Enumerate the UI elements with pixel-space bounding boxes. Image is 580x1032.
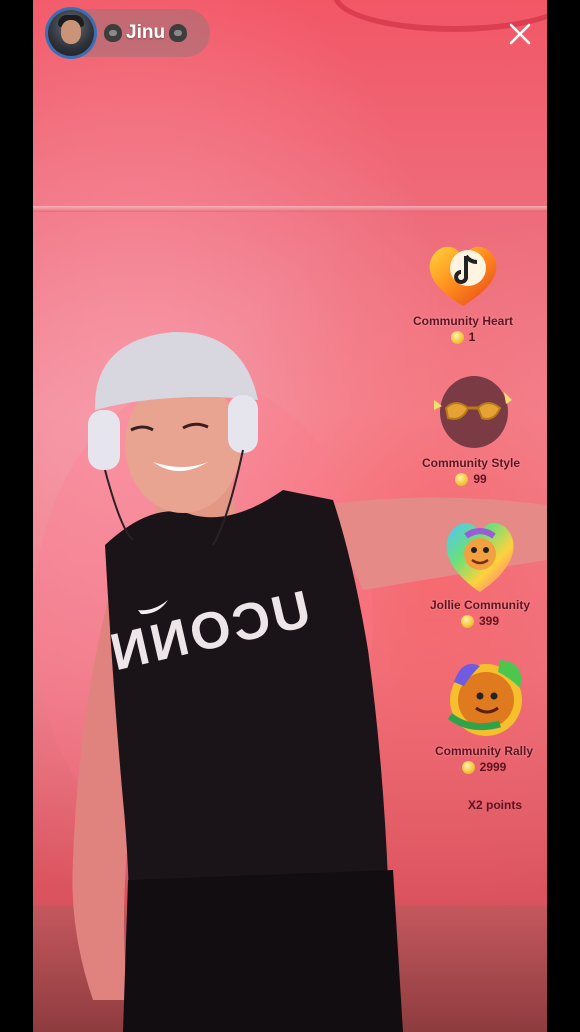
host-name: Jinu xyxy=(104,22,188,44)
gift-price: 1 xyxy=(393,330,533,344)
gorilla-icon xyxy=(104,24,122,42)
gift-community-style[interactable]: Community Style 99 xyxy=(401,370,541,486)
host-name-label: Jinu xyxy=(126,22,166,43)
tiktok-heart-icon xyxy=(429,246,497,306)
gift-price-value: 2999 xyxy=(479,760,507,774)
rainbow-heart-character-icon xyxy=(446,522,514,592)
rally-character-icon xyxy=(447,660,522,736)
close-button[interactable] xyxy=(504,18,536,50)
gift-name: Jollie Community xyxy=(429,598,530,612)
coin-icon xyxy=(450,330,464,344)
sunglasses-face-icon xyxy=(434,376,512,448)
host-info-pill[interactable]: Jinu xyxy=(47,9,210,57)
gift-name: Community Style xyxy=(421,456,520,470)
x2-points-label: X2 points xyxy=(467,798,522,812)
gift-price: 99 xyxy=(401,472,541,486)
gift-name: Community Rally xyxy=(434,744,533,758)
gorilla-icon xyxy=(169,24,188,42)
gift-price: 399 xyxy=(410,614,550,628)
host-avatar[interactable] xyxy=(48,10,94,56)
gift-price: 2999 xyxy=(414,760,554,774)
gift-price-value: 399 xyxy=(478,614,500,628)
gift-community-rally[interactable]: Community Rally 2999 xyxy=(414,652,554,774)
gift-name: Community Heart xyxy=(412,314,513,328)
close-icon xyxy=(509,23,531,45)
coin-icon xyxy=(460,614,474,628)
coin-icon xyxy=(455,472,469,486)
gift-jollie-community[interactable]: Jollie Community 399 xyxy=(410,512,550,628)
gift-community-heart[interactable]: Community Heart 1 xyxy=(393,238,533,344)
gift-price-value: 1 xyxy=(468,330,476,344)
gift-price-value: 99 xyxy=(473,472,487,486)
live-stream-screen: UCONN Jinu Community Heart 1 Community S… xyxy=(0,0,580,1032)
coin-icon xyxy=(461,760,475,774)
